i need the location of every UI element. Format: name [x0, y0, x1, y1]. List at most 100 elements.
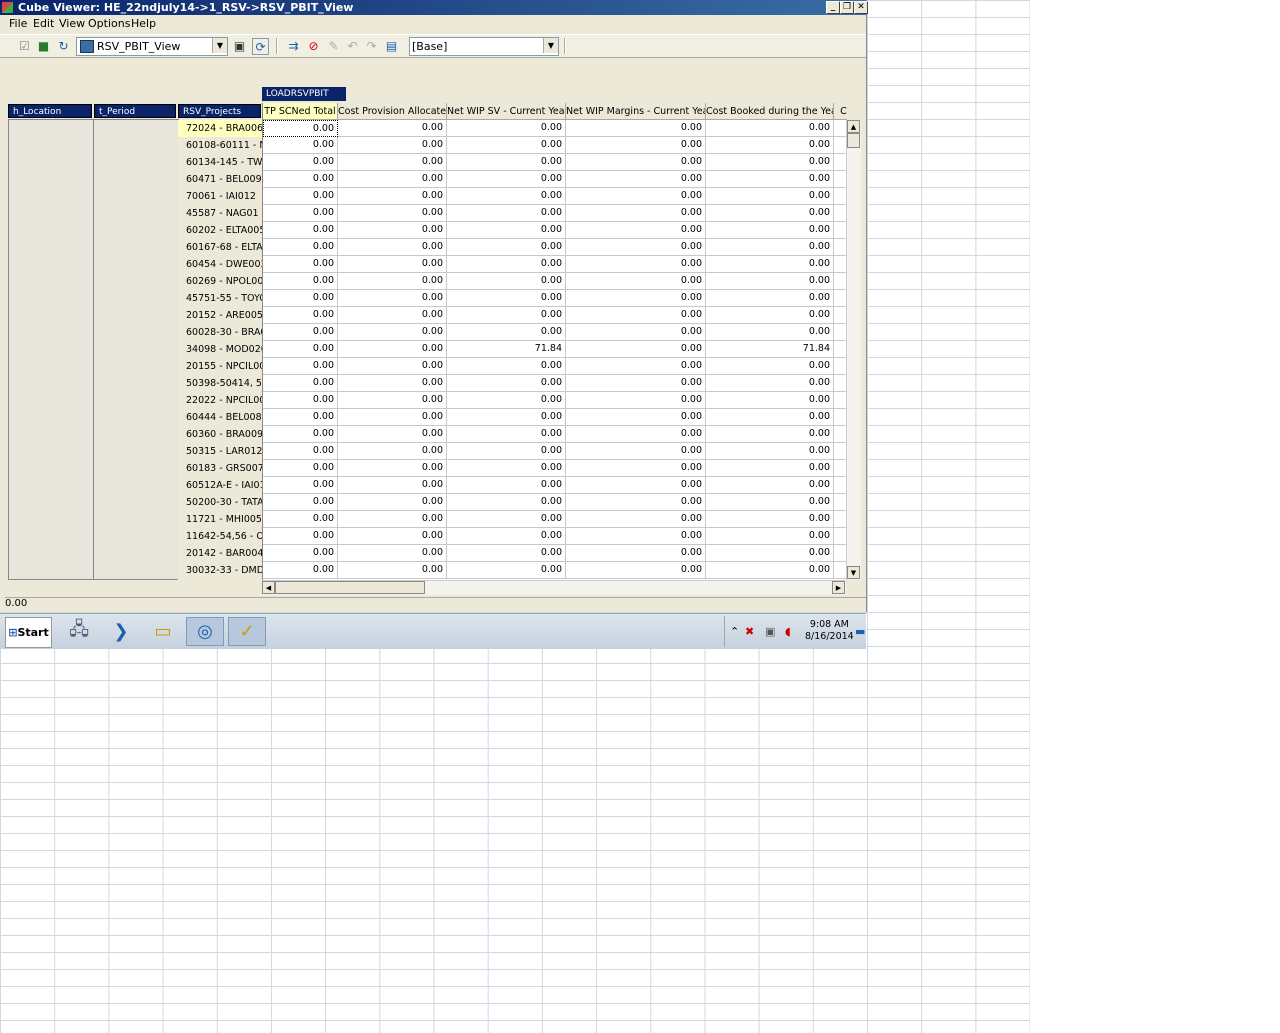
grid-cell[interactable]: 0.00: [263, 137, 338, 154]
row-header[interactable]: 20155 - NPCIL005: [178, 358, 262, 375]
column-header[interactable]: C: [834, 103, 847, 120]
row-header[interactable]: 60028-30 - BRA00: [178, 324, 262, 341]
grid-cell[interactable]: 0.00: [706, 494, 834, 511]
grid-cell[interactable]: 0.00: [447, 409, 566, 426]
grid-cell[interactable]: 0.00: [263, 307, 338, 324]
grid-cell[interactable]: 0.00: [338, 341, 447, 358]
grid-cell[interactable]: 0.00: [447, 188, 566, 205]
grid-cell[interactable]: 0.00: [566, 528, 706, 545]
grid-cell[interactable]: 0.00: [566, 273, 706, 290]
grid-cell[interactable]: 0.00: [706, 273, 834, 290]
grid-cell[interactable]: 0.00: [566, 443, 706, 460]
grid-cell[interactable]: 0.00: [566, 358, 706, 375]
grid-cell[interactable]: 0.00: [706, 171, 834, 188]
grid-cell[interactable]: 0.00: [263, 375, 338, 392]
grid-cell[interactable]: 0.00: [263, 545, 338, 562]
column-header[interactable]: TP SCNed Total: [263, 103, 338, 120]
row-dimension-projects[interactable]: RSV_Projects: [178, 104, 261, 118]
grid-cell[interactable]: 0.00: [566, 307, 706, 324]
perspectives-app-icon[interactable]: ◎: [186, 617, 224, 646]
vertical-scrollbar[interactable]: ▲ ▼: [846, 120, 861, 580]
row-header[interactable]: 60202 - ELTA005: [178, 222, 262, 239]
row-header[interactable]: 34098 - MOD020: [178, 341, 262, 358]
grid-cell[interactable]: 0.00: [263, 324, 338, 341]
grid-cell[interactable]: 0.00: [447, 358, 566, 375]
grid-cell[interactable]: 0.00: [447, 256, 566, 273]
row-header[interactable]: 60471 - BEL009: [178, 171, 262, 188]
grid-cell[interactable]: 0.00: [338, 205, 447, 222]
row-header[interactable]: 20152 - ARE005: [178, 307, 262, 324]
row-header[interactable]: 45751-55 - TOYOC: [178, 290, 262, 307]
row-header[interactable]: 60167-68 - ELTA00: [178, 239, 262, 256]
grid-cell[interactable]: 0.00: [447, 324, 566, 341]
grid-cell[interactable]: 0.00: [263, 120, 338, 137]
grid-cell[interactable]: 0.00: [263, 273, 338, 290]
grid-cell[interactable]: 0.00: [338, 307, 447, 324]
sandbox-icon[interactable]: ▤: [384, 38, 399, 53]
grid-cell[interactable]: 0.00: [447, 443, 566, 460]
row-header[interactable]: 60108-60111 - MD: [178, 137, 262, 154]
grid-cell[interactable]: 0.00: [566, 392, 706, 409]
grid-cell[interactable]: 0.00: [566, 171, 706, 188]
grid-cell[interactable]: 0.00: [566, 137, 706, 154]
row-header[interactable]: 60512A-E - IAI011: [178, 477, 262, 494]
grid-cell[interactable]: 0.00: [263, 460, 338, 477]
grid-cell[interactable]: 0.00: [566, 222, 706, 239]
grid-cell[interactable]: 0.00: [338, 154, 447, 171]
commit-icon[interactable]: ☑: [17, 38, 32, 53]
grid-cell[interactable]: 0.00: [566, 188, 706, 205]
row-header[interactable]: 60134-145 - TWC0: [178, 154, 262, 171]
grid-cell[interactable]: 0.00: [566, 154, 706, 171]
network-error-icon[interactable]: ✖: [745, 625, 754, 638]
grid-cell[interactable]: 0.00: [706, 460, 834, 477]
column-header[interactable]: Net WIP Margins - Current Year: [566, 103, 706, 120]
save-icon[interactable]: ■: [36, 38, 51, 53]
grid-cell[interactable]: 0.00: [706, 511, 834, 528]
export-icon[interactable]: ⇉: [286, 38, 301, 53]
grid-cell[interactable]: 0.00: [566, 460, 706, 477]
grid-cell[interactable]: 0.00: [263, 562, 338, 579]
column-header[interactable]: Cost Booked during the Year: [706, 103, 834, 120]
volume-muted-icon[interactable]: ◖: [785, 625, 791, 638]
grid-cell[interactable]: 0.00: [338, 443, 447, 460]
row-header[interactable]: 60269 - NPOL001: [178, 273, 262, 290]
row-header[interactable]: 11721 - MHI005: [178, 511, 262, 528]
grid-cell[interactable]: 71.84: [706, 341, 834, 358]
grid-cell[interactable]: 0.00: [706, 426, 834, 443]
grid-cell[interactable]: 0.00: [706, 528, 834, 545]
grid-cell[interactable]: 0.00: [566, 120, 706, 137]
grid-cell[interactable]: 0.00: [706, 256, 834, 273]
grid-cell[interactable]: 0.00: [706, 120, 834, 137]
horizontal-scroll-thumb[interactable]: [275, 581, 425, 594]
grid-cell[interactable]: 0.00: [338, 426, 447, 443]
grid-cell[interactable]: 0.00: [447, 392, 566, 409]
grid-cell[interactable]: 0.00: [447, 528, 566, 545]
grid-cell[interactable]: 0.00: [338, 392, 447, 409]
vertical-scroll-thumb[interactable]: [847, 133, 860, 148]
grid-cell[interactable]: 0.00: [706, 409, 834, 426]
grid-cell[interactable]: 0.00: [566, 324, 706, 341]
grid-cell[interactable]: 0.00: [706, 137, 834, 154]
grid-cell[interactable]: 0.00: [338, 273, 447, 290]
grid-cell[interactable]: 0.00: [706, 307, 834, 324]
row-header[interactable]: 30032-33 - DMD00: [178, 562, 262, 579]
row-header[interactable]: 11642-54,56 - ON: [178, 528, 262, 545]
row-header[interactable]: 22022 - NPCIL004: [178, 392, 262, 409]
grid-cell[interactable]: 0.00: [566, 409, 706, 426]
grid-cell[interactable]: 0.00: [263, 528, 338, 545]
start-button[interactable]: ⊞Start: [5, 617, 52, 648]
grid-cell[interactable]: 0.00: [263, 171, 338, 188]
menu-options[interactable]: Options: [88, 17, 130, 30]
grid-cell[interactable]: 0.00: [447, 154, 566, 171]
scroll-right-button[interactable]: ▶: [832, 581, 845, 594]
server-manager-icon[interactable]: 🖧: [60, 617, 98, 646]
clock[interactable]: 9:08 AM 8/16/2014: [805, 619, 854, 643]
grid-cell[interactable]: 0.00: [706, 290, 834, 307]
grid-cell[interactable]: 0.00: [338, 409, 447, 426]
row-header[interactable]: 50200-30 - TATA0: [178, 494, 262, 511]
grid-cell[interactable]: 0.00: [263, 239, 338, 256]
row-header[interactable]: 60444 - BEL008: [178, 409, 262, 426]
task-check-icon[interactable]: ✓: [228, 617, 266, 646]
grid-cell[interactable]: 0.00: [447, 307, 566, 324]
grid-cell[interactable]: 0.00: [447, 545, 566, 562]
